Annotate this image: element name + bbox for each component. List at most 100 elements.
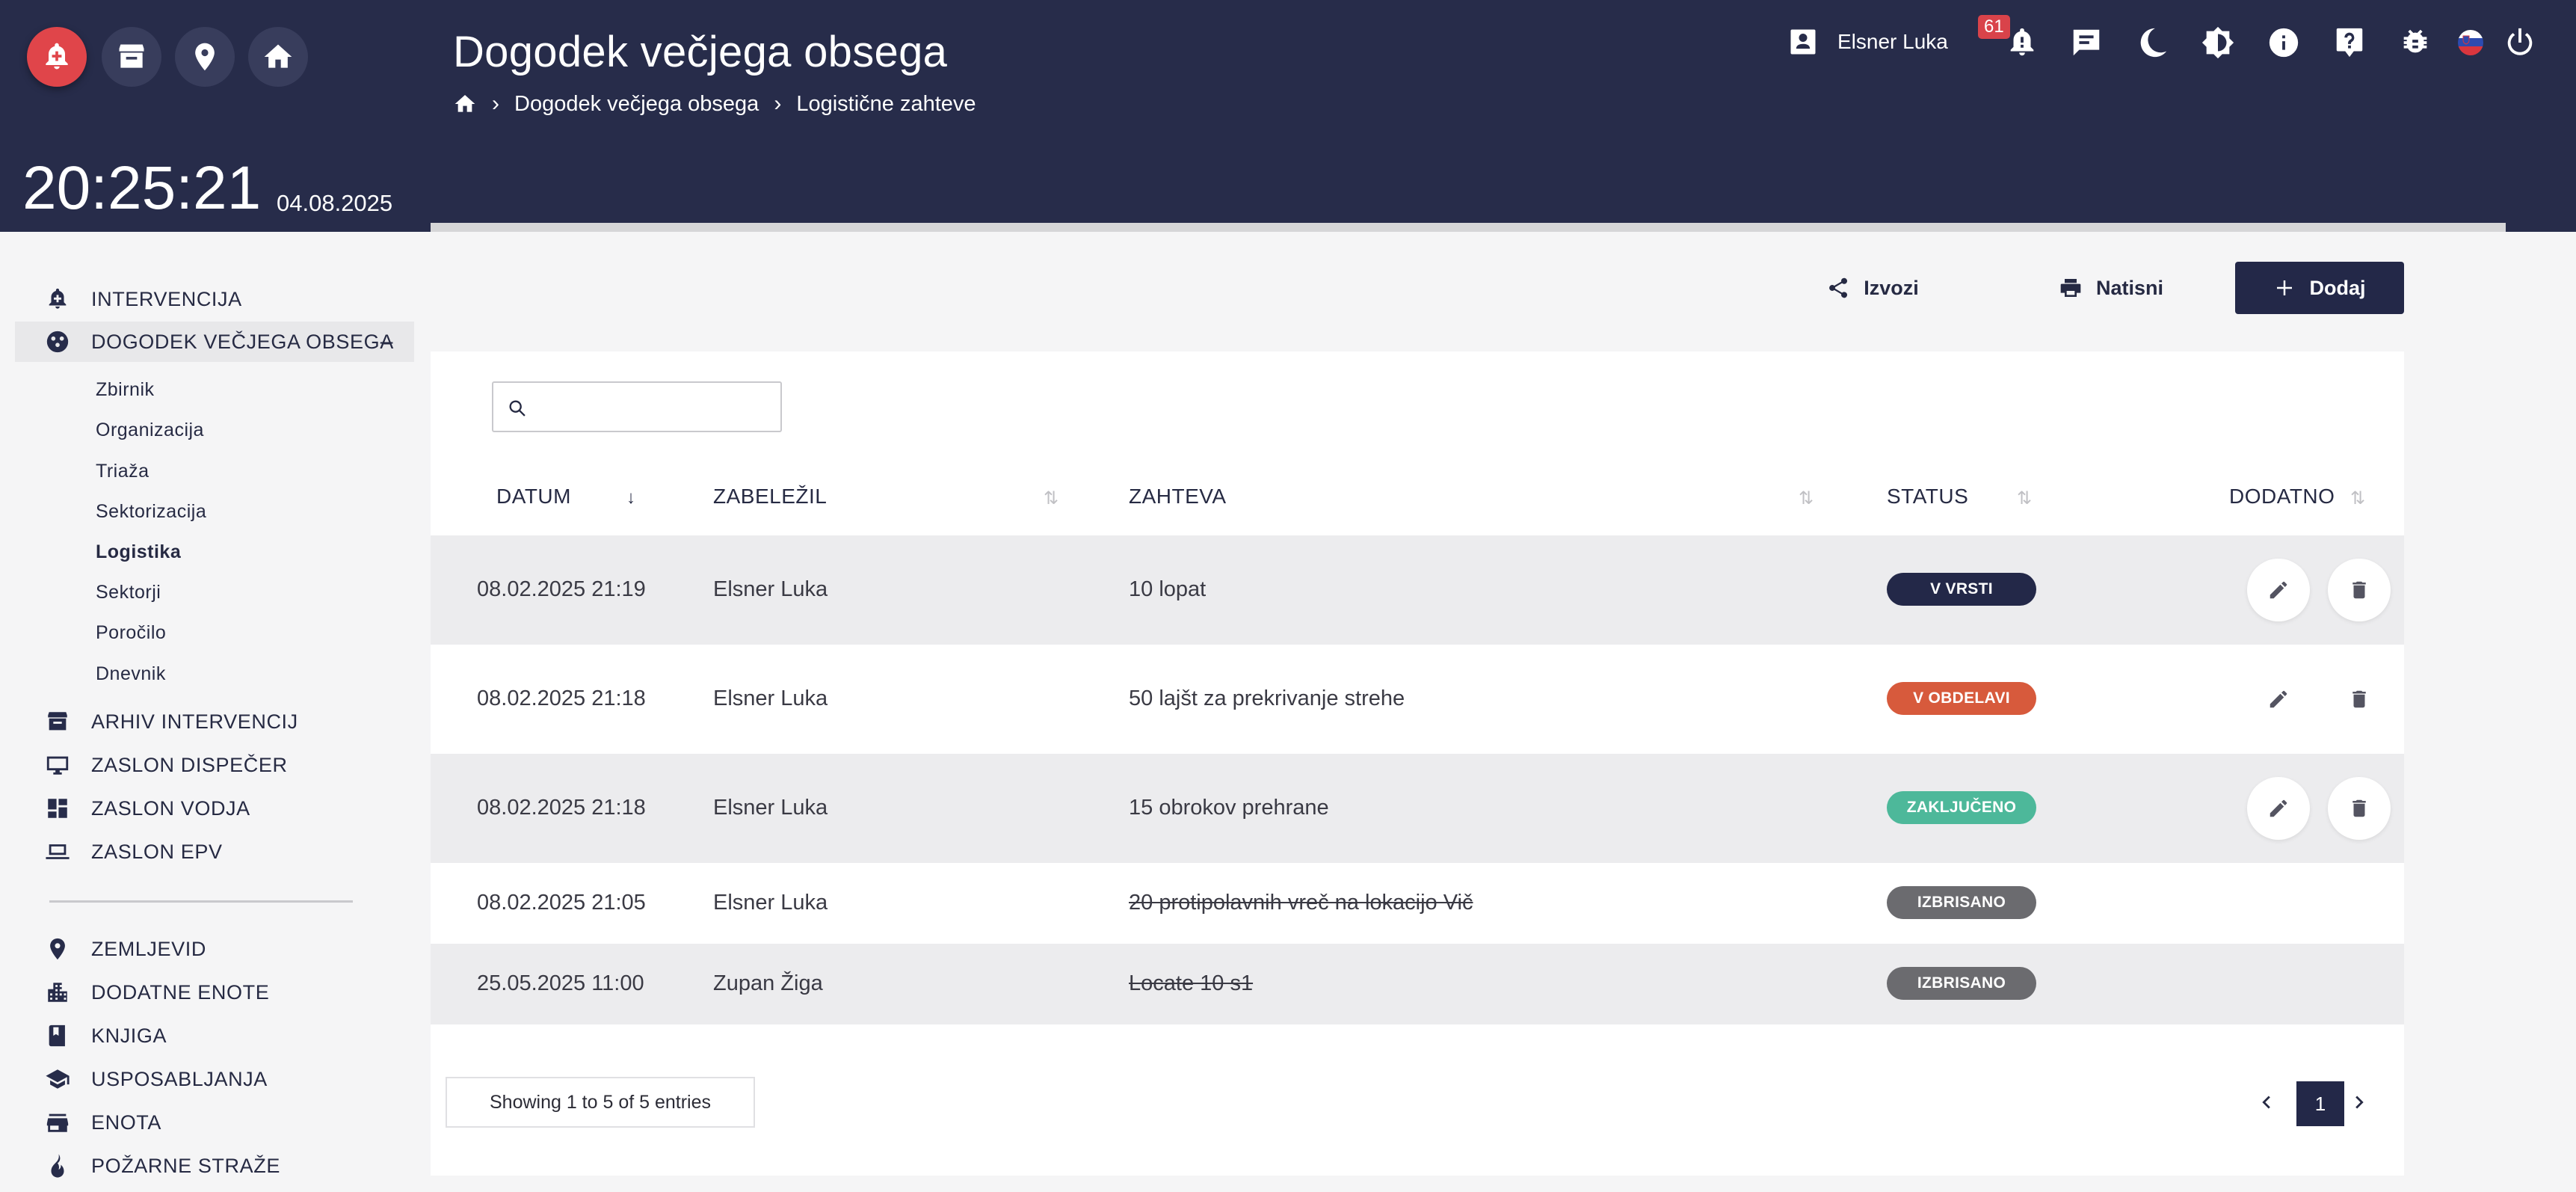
sidebar-item-zaslon-epv[interactable]: ZASLON EPV	[15, 832, 414, 872]
sidebar-item-zaslon-dispecer[interactable]: ZASLON DISPEČER	[15, 745, 414, 785]
school-icon	[46, 1069, 70, 1089]
cell-zahteva: 50 lajšt za prekrivanje strehe	[1129, 686, 1405, 710]
new-intervention-button[interactable]	[27, 27, 87, 87]
delete-button[interactable]	[2328, 559, 2391, 621]
laptop-icon	[46, 844, 70, 859]
edit-button[interactable]	[2247, 668, 2310, 731]
sort-icon[interactable]: ⇅	[1799, 488, 1814, 509]
trash-icon	[2352, 690, 2366, 708]
trash-icon	[2352, 581, 2366, 599]
column-header-dodatno[interactable]: DODATNO	[2229, 485, 2335, 509]
column-header-zabelezil[interactable]: ZABELEŽIL	[713, 485, 827, 509]
sidebar-item-arhiv-intervencij[interactable]: ARHIV INTERVENCIJ	[15, 701, 414, 742]
sidebar-subitem-sektorizacija[interactable]: Sektorizacija	[96, 501, 206, 523]
home-button[interactable]	[248, 27, 308, 87]
sidebar-item-dodatne-enote[interactable]: DODATNE ENOTE	[15, 972, 414, 1013]
breadcrumb-current: Logistične zahteve	[796, 91, 976, 116]
sidebar-item-label: KNJIGA	[91, 1024, 167, 1047]
column-header-zahteva[interactable]: ZAHTEVA	[1129, 485, 1227, 509]
table-row[interactable]: 08.02.2025 21:18 Elsner Luka 50 lajšt za…	[431, 645, 2404, 754]
table-row[interactable]: 08.02.2025 21:05 Elsner Luka 20 protipol…	[431, 863, 2404, 944]
help-button[interactable]	[2332, 25, 2367, 60]
chevron-left-icon	[2262, 1096, 2270, 1109]
cell-zabelezil: Elsner Luka	[713, 686, 828, 710]
edit-button[interactable]	[2247, 777, 2310, 840]
sort-icon[interactable]: ⇅	[1044, 488, 1059, 509]
sort-icon[interactable]: ⇅	[2017, 488, 2032, 509]
table-row[interactable]: 25.05.2025 11:00 Zupan Žiga Locate 10 s1…	[431, 944, 2404, 1024]
next-page-button[interactable]	[2344, 1087, 2374, 1117]
sidebar-subitem-triaza[interactable]: Triaža	[96, 461, 150, 482]
cell-datum: 25.05.2025 11:00	[477, 971, 644, 995]
search-input[interactable]	[492, 381, 782, 432]
notification-count-badge: 61	[1978, 15, 2010, 39]
share-icon	[1829, 277, 1848, 298]
power-icon	[2507, 28, 2533, 55]
sidebar-item-pozarne-straze[interactable]: POŽARNE STRAŽE	[15, 1146, 414, 1186]
location-pin-icon	[50, 938, 65, 960]
map-button[interactable]	[175, 27, 235, 87]
logout-button[interactable]	[2503, 25, 2537, 60]
sidebar-item-dogodek[interactable]: DOGODEK VEČJEGA OBSEGA –	[15, 322, 414, 362]
cell-zabelezil: Elsner Luka	[713, 577, 828, 601]
notifications-button[interactable]	[2005, 25, 2039, 60]
sidebar-item-usposabljanja[interactable]: USPOSABLJANJA	[15, 1059, 414, 1099]
bug-report-button[interactable]	[2398, 25, 2432, 60]
sidebar-subitem-sektorji[interactable]: Sektorji	[96, 582, 161, 603]
sidebar-subitem-zbirnik[interactable]: Zbirnik	[96, 379, 155, 401]
home-icon[interactable]	[453, 92, 477, 116]
flag-slovenia-icon[interactable]	[2458, 30, 2483, 55]
cell-zabelezil: Elsner Luka	[713, 796, 828, 820]
sort-desc-icon[interactable]: ↓	[626, 488, 635, 509]
print-button[interactable]: Natisni	[2030, 262, 2192, 314]
breadcrumb-event[interactable]: Dogodek večjega obsega	[514, 92, 759, 117]
delete-button[interactable]	[2328, 668, 2391, 731]
edit-button[interactable]	[2247, 559, 2310, 621]
archive-icon	[119, 44, 144, 68]
store-icon	[46, 1113, 69, 1132]
sidebar-subitem-organizacija[interactable]: Organizacija	[96, 420, 204, 441]
table-row[interactable]: 08.02.2025 21:19 Elsner Luka 10 lopat V …	[431, 535, 2404, 645]
alarm-add-icon	[46, 43, 68, 70]
sidebar-item-label: ZASLON VODJA	[91, 796, 250, 820]
brightness-button[interactable]	[2201, 25, 2235, 60]
sidebar-item-zaslon-vodja[interactable]: ZASLON VODJA	[15, 788, 414, 829]
dark-mode-button[interactable]	[2135, 25, 2169, 60]
fire-icon	[51, 1154, 64, 1178]
status-badge: IZBRISANO	[1887, 886, 2036, 919]
sidebar-item-zemljevid[interactable]: ZEMLJEVID	[15, 929, 414, 969]
collapse-icon[interactable]: –	[380, 329, 393, 354]
table-row[interactable]: 08.02.2025 21:18 Elsner Luka 15 obrokov …	[431, 754, 2404, 863]
sidebar: INTERVENCIJA DOGODEK VEČJEGA OBSEGA – Zb…	[0, 232, 426, 1192]
page-number-button[interactable]: 1	[2296, 1081, 2344, 1126]
chat-button[interactable]	[2069, 25, 2104, 60]
delete-button[interactable]	[2328, 777, 2391, 840]
sidebar-item-enota[interactable]: ENOTA	[15, 1102, 414, 1143]
sidebar-item-label: ZASLON EPV	[91, 840, 223, 863]
archive-button[interactable]	[102, 27, 161, 87]
chevron-right-icon: ›	[774, 91, 782, 116]
sidebar-subitem-dnevnik[interactable]: Dnevnik	[96, 663, 166, 685]
sidebar-item-knjiga[interactable]: KNJIGA	[15, 1016, 414, 1056]
cell-datum: 08.02.2025 21:18	[477, 796, 646, 820]
book-icon	[49, 1024, 65, 1047]
date: 04.08.2025	[277, 190, 393, 216]
city-icon	[48, 983, 67, 1002]
sidebar-item-intervencija[interactable]: INTERVENCIJA	[15, 279, 414, 319]
sidebar-item-label: ARHIV INTERVENCIJ	[91, 710, 298, 733]
column-header-datum[interactable]: DATUM	[496, 485, 571, 509]
biohazard-icon	[46, 331, 69, 353]
export-button[interactable]: Izvozi	[1817, 262, 1929, 314]
column-header-status[interactable]: STATUS	[1887, 485, 1968, 509]
info-icon	[2269, 28, 2299, 58]
sidebar-divider	[49, 900, 353, 903]
sidebar-subitem-logistika[interactable]: Logistika	[96, 541, 181, 563]
sort-icon[interactable]: ⇅	[2350, 488, 2365, 509]
info-button[interactable]	[2267, 25, 2301, 60]
add-button[interactable]: Dodaj	[2235, 262, 2404, 314]
previous-page-button[interactable]	[2252, 1087, 2281, 1117]
user-profile[interactable]: Elsner Luka	[1787, 25, 1948, 58]
archive-icon	[48, 712, 67, 731]
add-label: Dodaj	[2309, 276, 2366, 299]
sidebar-subitem-porocilo[interactable]: Poročilo	[96, 622, 166, 644]
